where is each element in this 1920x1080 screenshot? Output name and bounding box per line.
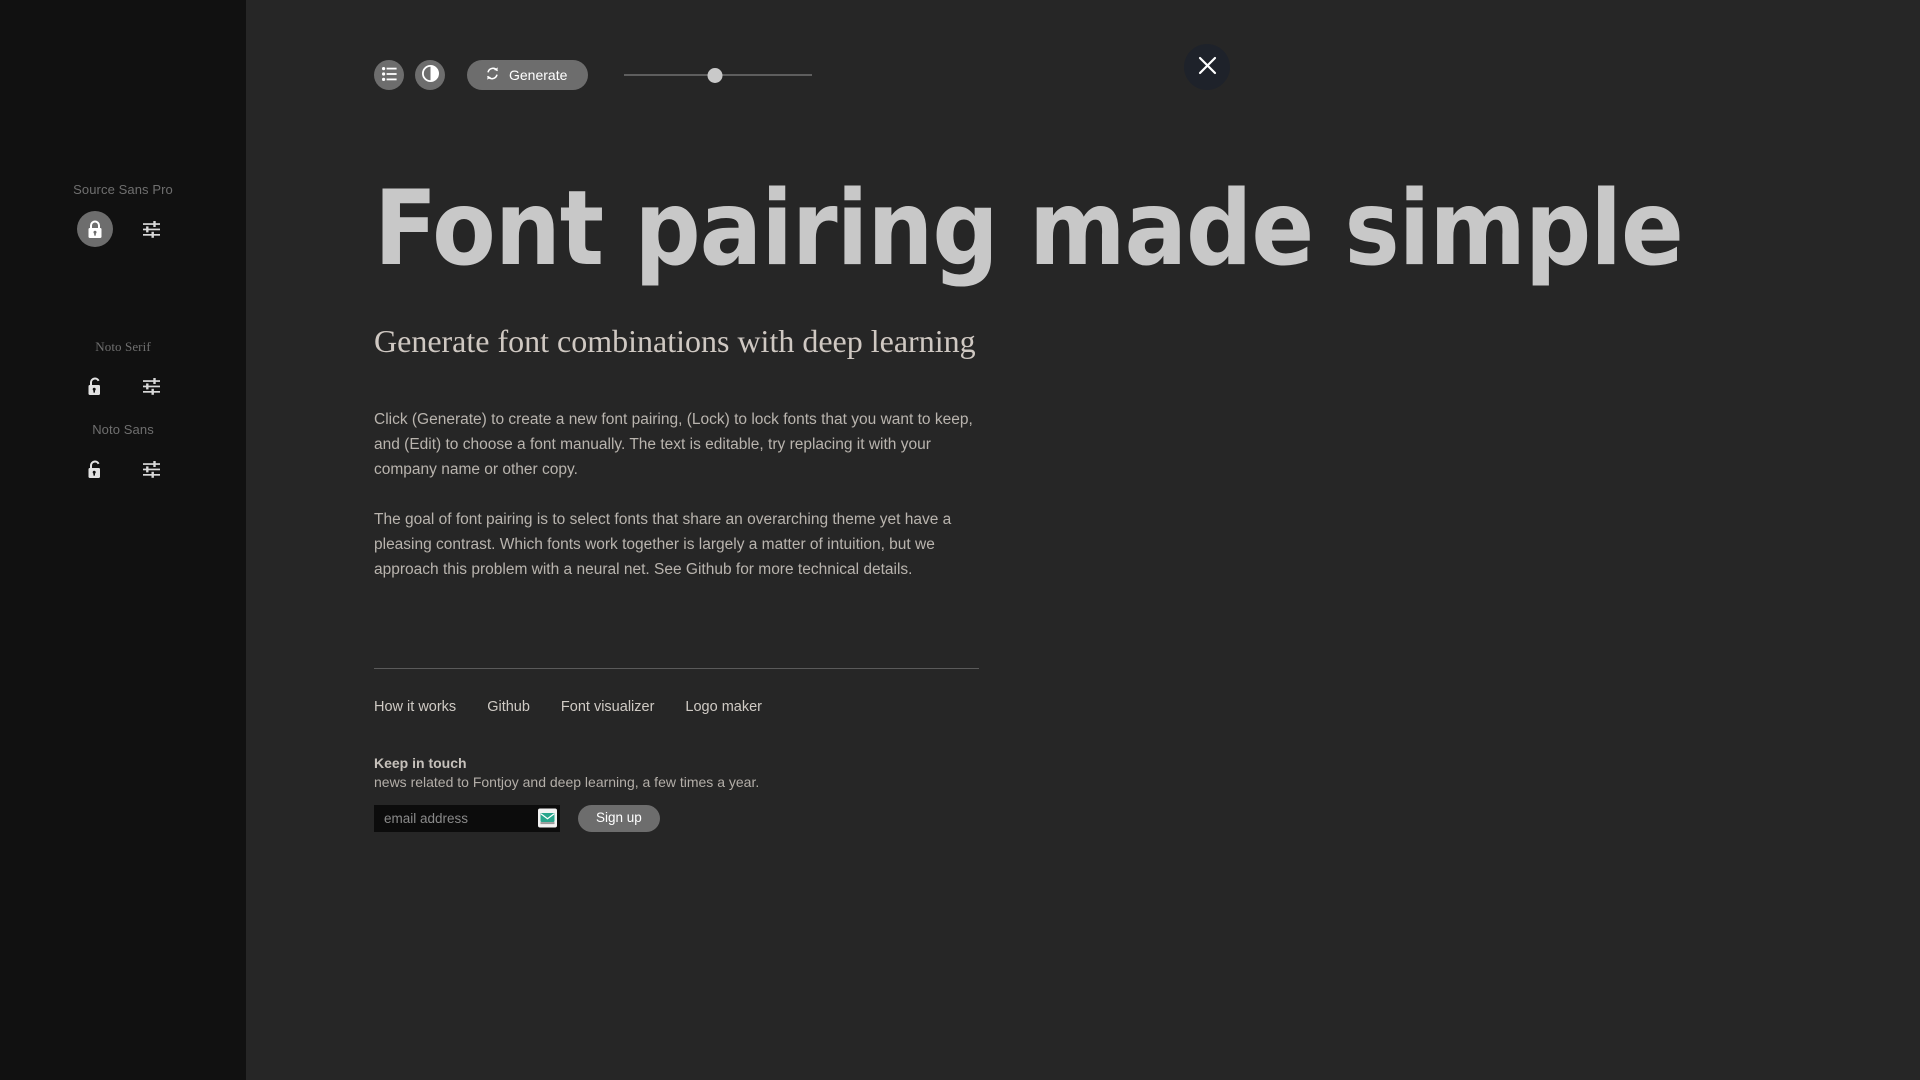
footer-link-github[interactable]: Github — [487, 699, 530, 715]
edit-font-button-2[interactable] — [133, 451, 169, 487]
page-headline[interactable]: Font pairing made simple — [374, 174, 1684, 284]
edit-font-button-1[interactable] — [133, 368, 169, 404]
close-button[interactable] — [1184, 44, 1230, 90]
font-slot-2: Noto Sans — [0, 422, 246, 487]
email-input[interactable] — [374, 804, 560, 832]
top-toolbar: Generate — [374, 60, 813, 90]
generate-button[interactable]: Generate — [467, 60, 589, 90]
footer-links: How it works Github Font visualizer Logo… — [374, 699, 994, 715]
body-paragraph-1[interactable]: Click (Generate) to create a new font pa… — [374, 407, 979, 482]
lock-open-icon-button-1[interactable] — [77, 368, 113, 404]
footer-link-how-it-works[interactable]: How it works — [374, 699, 456, 715]
footer-link-logo-maker[interactable]: Logo maker — [685, 699, 762, 715]
font-actions-1 — [0, 368, 246, 404]
edit-font-button-0[interactable] — [133, 211, 169, 247]
footer-divider — [374, 667, 979, 669]
font-actions-0 — [0, 211, 246, 247]
page-subheadline[interactable]: Generate font combinations with deep lea… — [374, 322, 994, 360]
sliders-icon — [142, 220, 161, 239]
contrast-slider[interactable] — [624, 60, 813, 90]
sliders-icon — [142, 460, 161, 479]
close-icon — [1198, 56, 1217, 78]
theme-contrast-button[interactable] — [415, 60, 445, 90]
lock-open-icon-button-2[interactable] — [77, 451, 113, 487]
slider-thumb[interactable] — [707, 67, 723, 83]
signup-button[interactable]: Sign up — [578, 804, 660, 832]
footer-link-font-visualizer[interactable]: Font visualizer — [561, 699, 654, 715]
font-slot-0: Source Sans Pro — [0, 182, 246, 247]
font-actions-2 — [0, 451, 246, 487]
lock-open-icon — [87, 460, 103, 479]
fontjoy-app: Source Sans Pro Noto Serif Noto Sans Gen… — [0, 0, 1920, 1080]
lock-open-icon — [87, 377, 103, 396]
newsletter-title: Keep in touch — [374, 754, 467, 771]
generate-button-label: Generate — [509, 67, 568, 83]
lock-closed-icon — [87, 220, 103, 239]
refresh-icon — [485, 66, 500, 84]
main-panel: Generate Font pairing made simple Genera… — [246, 0, 1920, 1080]
font-list-button[interactable] — [374, 60, 404, 90]
font-name-0: Source Sans Pro — [73, 182, 173, 197]
font-slot-1: Noto Serif — [0, 339, 246, 404]
newsletter-subtitle: news related to Fontjoy and deep learnin… — [374, 773, 760, 790]
newsletter-section: Keep in touch news related to Fontjoy an… — [374, 754, 994, 832]
content-column: Font pairing made simple Generate font c… — [374, 174, 1684, 832]
sliders-icon — [142, 377, 161, 396]
email-field-wrapper — [374, 804, 560, 832]
list-icon — [381, 66, 397, 84]
font-sidebar: Source Sans Pro Noto Serif Noto Sans — [0, 0, 246, 1080]
lock-closed-icon-button-0[interactable] — [77, 211, 113, 247]
body-paragraph-2[interactable]: The goal of font pairing is to select fo… — [374, 507, 979, 582]
contrast-icon — [421, 65, 439, 85]
font-name-1: Noto Serif — [95, 339, 151, 354]
newsletter-form: Sign up — [374, 804, 994, 832]
font-name-2: Noto Sans — [92, 422, 154, 437]
envelope-icon[interactable] — [538, 808, 557, 828]
